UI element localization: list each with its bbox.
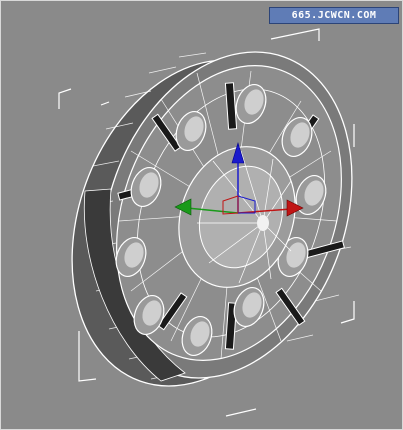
wireframe-scene[interactable] [1, 1, 402, 429]
perspective-viewport[interactable]: 665.JCWCN.COM [0, 0, 403, 430]
watermark-label: 665.JCWCN.COM [269, 7, 399, 24]
